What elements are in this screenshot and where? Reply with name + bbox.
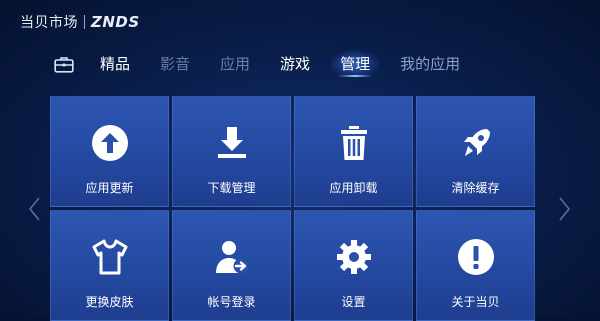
tile-account-login[interactable]: 帐号登录 xyxy=(172,210,291,321)
chevron-right-icon[interactable] xyxy=(558,196,572,222)
tile-download-manager[interactable]: 下载管理 xyxy=(172,96,291,207)
tile-settings[interactable]: 设置 xyxy=(294,210,413,321)
tab-apps[interactable]: 应用 xyxy=(220,50,250,78)
tab-featured[interactable]: 精品 xyxy=(100,50,130,78)
logo-english-text: ZNDS xyxy=(91,13,140,31)
shirt-icon xyxy=(51,237,168,277)
tile-label: 设置 xyxy=(341,295,366,309)
logo-divider xyxy=(84,15,85,29)
tile-label: 清除缓存 xyxy=(451,181,500,195)
app-logo: 当贝市场 ZNDS xyxy=(20,12,140,32)
tab-my-apps[interactable]: 我的应用 xyxy=(400,50,460,78)
rocket-icon xyxy=(417,123,534,163)
tile-change-skin[interactable]: 更换皮肤 xyxy=(50,210,169,321)
tile-label: 应用卸载 xyxy=(329,181,378,195)
tile-label: 应用更新 xyxy=(85,181,134,195)
tab-media[interactable]: 影音 xyxy=(160,50,190,78)
tile-clear-cache[interactable]: 清除缓存 xyxy=(416,96,535,207)
tile-uninstall[interactable]: 应用卸载 xyxy=(294,96,413,207)
tab-games[interactable]: 游戏 xyxy=(280,50,310,78)
tile-label: 关于当贝 xyxy=(451,295,500,309)
tile-app-update[interactable]: 应用更新 xyxy=(50,96,169,207)
tile-label: 下载管理 xyxy=(207,181,256,195)
manage-grid: 应用更新 下载管理 应用卸载 清除缓存 更换皮肤 帐号登录 设置 关于当贝 xyxy=(50,96,536,321)
tab-manage[interactable]: 管理 xyxy=(330,50,381,78)
tile-label: 更换皮肤 xyxy=(85,295,134,309)
user-login-icon xyxy=(173,237,290,277)
chevron-left-icon[interactable] xyxy=(27,196,41,222)
trash-icon xyxy=(295,123,412,163)
arrow-up-circle-icon xyxy=(51,123,168,163)
download-icon xyxy=(173,123,290,163)
logo-chinese-text: 当贝市场 xyxy=(20,15,78,31)
top-navigation: 精品 影音 应用 游戏 管理 我的应用 xyxy=(53,50,490,78)
gear-icon xyxy=(295,237,412,277)
tile-label: 帐号登录 xyxy=(207,295,256,309)
info-exclamation-icon xyxy=(417,237,534,277)
tile-about[interactable]: 关于当贝 xyxy=(416,210,535,321)
briefcase-icon[interactable] xyxy=(53,55,75,73)
